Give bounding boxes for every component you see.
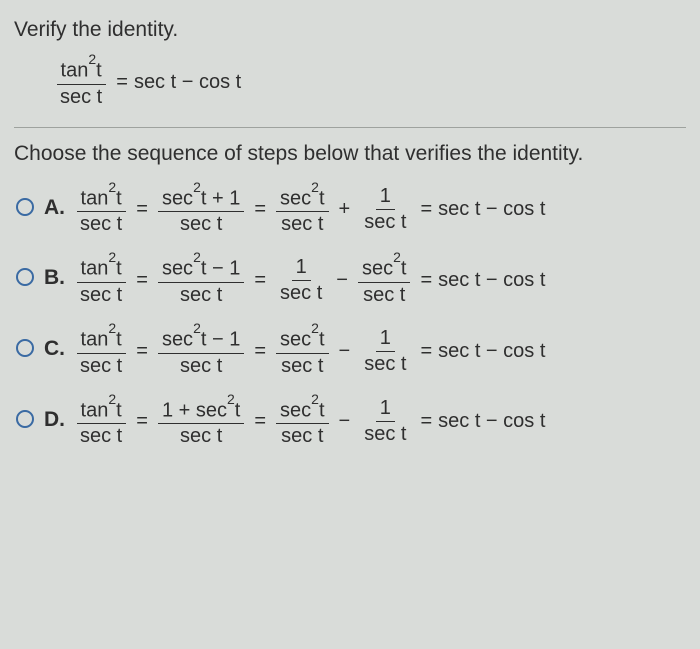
fraction: sec2t sec t xyxy=(276,184,328,237)
fraction-numerator: sec2t xyxy=(358,254,410,283)
minus-sign: − xyxy=(339,340,351,363)
fraction-numerator: sec2t − 1 xyxy=(158,325,244,354)
option-d-math: tan2t sec t = 1 + sec2t sec t = sec2t se… xyxy=(72,396,545,449)
option-label: A. xyxy=(44,184,72,220)
fraction-denominator: sec t xyxy=(76,283,126,307)
fraction: 1 sec t xyxy=(276,256,326,305)
fraction-numerator: sec2t xyxy=(276,396,328,425)
fraction: sec2t − 1 sec t xyxy=(158,325,244,378)
fraction-denominator: sec t xyxy=(76,354,126,378)
equals-sign: = xyxy=(116,71,128,94)
fraction-denominator: sec t xyxy=(276,281,326,305)
equals-sign: = xyxy=(254,340,266,363)
fraction-numerator: tan2t xyxy=(77,254,126,283)
option-a-math: tan2t sec t = sec2t + 1 sec t = sec2t se… xyxy=(72,184,545,237)
option-c: C. tan2t sec t = sec2t − 1 sec t = sec2t… xyxy=(16,325,686,378)
radio-a[interactable] xyxy=(16,198,34,216)
option-label: C. xyxy=(44,325,72,361)
fraction: sec2t + 1 sec t xyxy=(158,184,244,237)
fraction-denominator: sec t xyxy=(56,85,106,109)
fraction-denominator: sec t xyxy=(360,352,410,376)
option-b: B. tan2t sec t = sec2t − 1 sec t = 1 sec… xyxy=(16,254,686,307)
fraction-denominator: sec t xyxy=(76,212,126,236)
plus-sign: + xyxy=(339,198,351,221)
minus-sign: − xyxy=(339,410,351,433)
fraction-denominator: sec t xyxy=(360,210,410,234)
equals-sign: = xyxy=(420,198,432,221)
equals-sign: = xyxy=(136,410,148,433)
equals-sign: = xyxy=(136,269,148,292)
fraction-numerator: 1 xyxy=(376,397,395,422)
fraction: tan2t sec t xyxy=(76,184,126,237)
equals-sign: = xyxy=(254,269,266,292)
fraction-denominator: sec t xyxy=(277,424,327,448)
result-expression: sec t − cos t xyxy=(438,410,545,433)
fraction-numerator: sec2t − 1 xyxy=(158,254,244,283)
fraction: tan2t sec t xyxy=(76,254,126,307)
fraction-numerator: sec2t + 1 xyxy=(158,184,244,213)
fraction-denominator: sec t xyxy=(277,354,327,378)
equals-sign: = xyxy=(254,198,266,221)
fraction-denominator: sec t xyxy=(359,283,409,307)
radio-d[interactable] xyxy=(16,410,34,428)
fraction: sec2t − 1 sec t xyxy=(158,254,244,307)
fraction-numerator: tan2t xyxy=(77,184,126,213)
fraction-numerator: tan2t xyxy=(77,396,126,425)
fraction-denominator: sec t xyxy=(176,212,226,236)
fraction: sec2t sec t xyxy=(276,396,328,449)
equals-sign: = xyxy=(420,269,432,292)
fraction-denominator: sec t xyxy=(360,422,410,446)
equals-sign: = xyxy=(254,410,266,433)
fraction: 1 sec t xyxy=(360,397,410,446)
fraction-denominator: sec t xyxy=(176,354,226,378)
options-group: A. tan2t sec t = sec2t + 1 sec t = sec2t… xyxy=(14,184,686,449)
fraction-numerator: 1 xyxy=(376,327,395,352)
minus-sign: − xyxy=(336,269,348,292)
fraction-denominator: sec t xyxy=(277,212,327,236)
fraction: sec2t sec t xyxy=(276,325,328,378)
fraction-numerator: tan2t xyxy=(57,56,106,85)
sub-prompt: Choose the sequence of steps below that … xyxy=(14,127,686,166)
identity-rhs: sec t − cos t xyxy=(134,71,241,94)
option-a: A. tan2t sec t = sec2t + 1 sec t = sec2t… xyxy=(16,184,686,237)
option-b-math: tan2t sec t = sec2t − 1 sec t = 1 sec t … xyxy=(72,254,545,307)
equals-sign: = xyxy=(136,198,148,221)
result-expression: sec t − cos t xyxy=(438,269,545,292)
question-page: Verify the identity. tan2t sec t = sec t… xyxy=(0,0,700,484)
fraction-numerator: 1 xyxy=(376,185,395,210)
identity-equation: tan2t sec t = sec t − cos t xyxy=(52,56,686,109)
equals-sign: = xyxy=(136,340,148,363)
question-prompt: Verify the identity. xyxy=(14,18,686,42)
fraction-denominator: sec t xyxy=(76,424,126,448)
fraction: 1 sec t xyxy=(360,185,410,234)
fraction: tan2t sec t xyxy=(76,396,126,449)
equals-sign: = xyxy=(420,340,432,363)
fraction-numerator: 1 + sec2t xyxy=(158,396,244,425)
result-expression: sec t − cos t xyxy=(438,340,545,363)
equals-sign: = xyxy=(420,410,432,433)
fraction: tan2t sec t xyxy=(76,325,126,378)
option-d: D. tan2t sec t = 1 + sec2t sec t = sec2t… xyxy=(16,396,686,449)
fraction-numerator: sec2t xyxy=(276,184,328,213)
fraction-numerator: sec2t xyxy=(276,325,328,354)
option-label: D. xyxy=(44,396,72,432)
result-expression: sec t − cos t xyxy=(438,198,545,221)
radio-b[interactable] xyxy=(16,268,34,286)
fraction-denominator: sec t xyxy=(176,283,226,307)
option-c-math: tan2t sec t = sec2t − 1 sec t = sec2t se… xyxy=(72,325,545,378)
radio-c[interactable] xyxy=(16,339,34,357)
fraction-numerator: 1 xyxy=(292,256,311,281)
fraction: 1 sec t xyxy=(360,327,410,376)
option-label: B. xyxy=(44,254,72,290)
identity-lhs-fraction: tan2t sec t xyxy=(56,56,106,109)
fraction: 1 + sec2t sec t xyxy=(158,396,244,449)
fraction-denominator: sec t xyxy=(176,424,226,448)
fraction-numerator: tan2t xyxy=(77,325,126,354)
fraction: sec2t sec t xyxy=(358,254,410,307)
